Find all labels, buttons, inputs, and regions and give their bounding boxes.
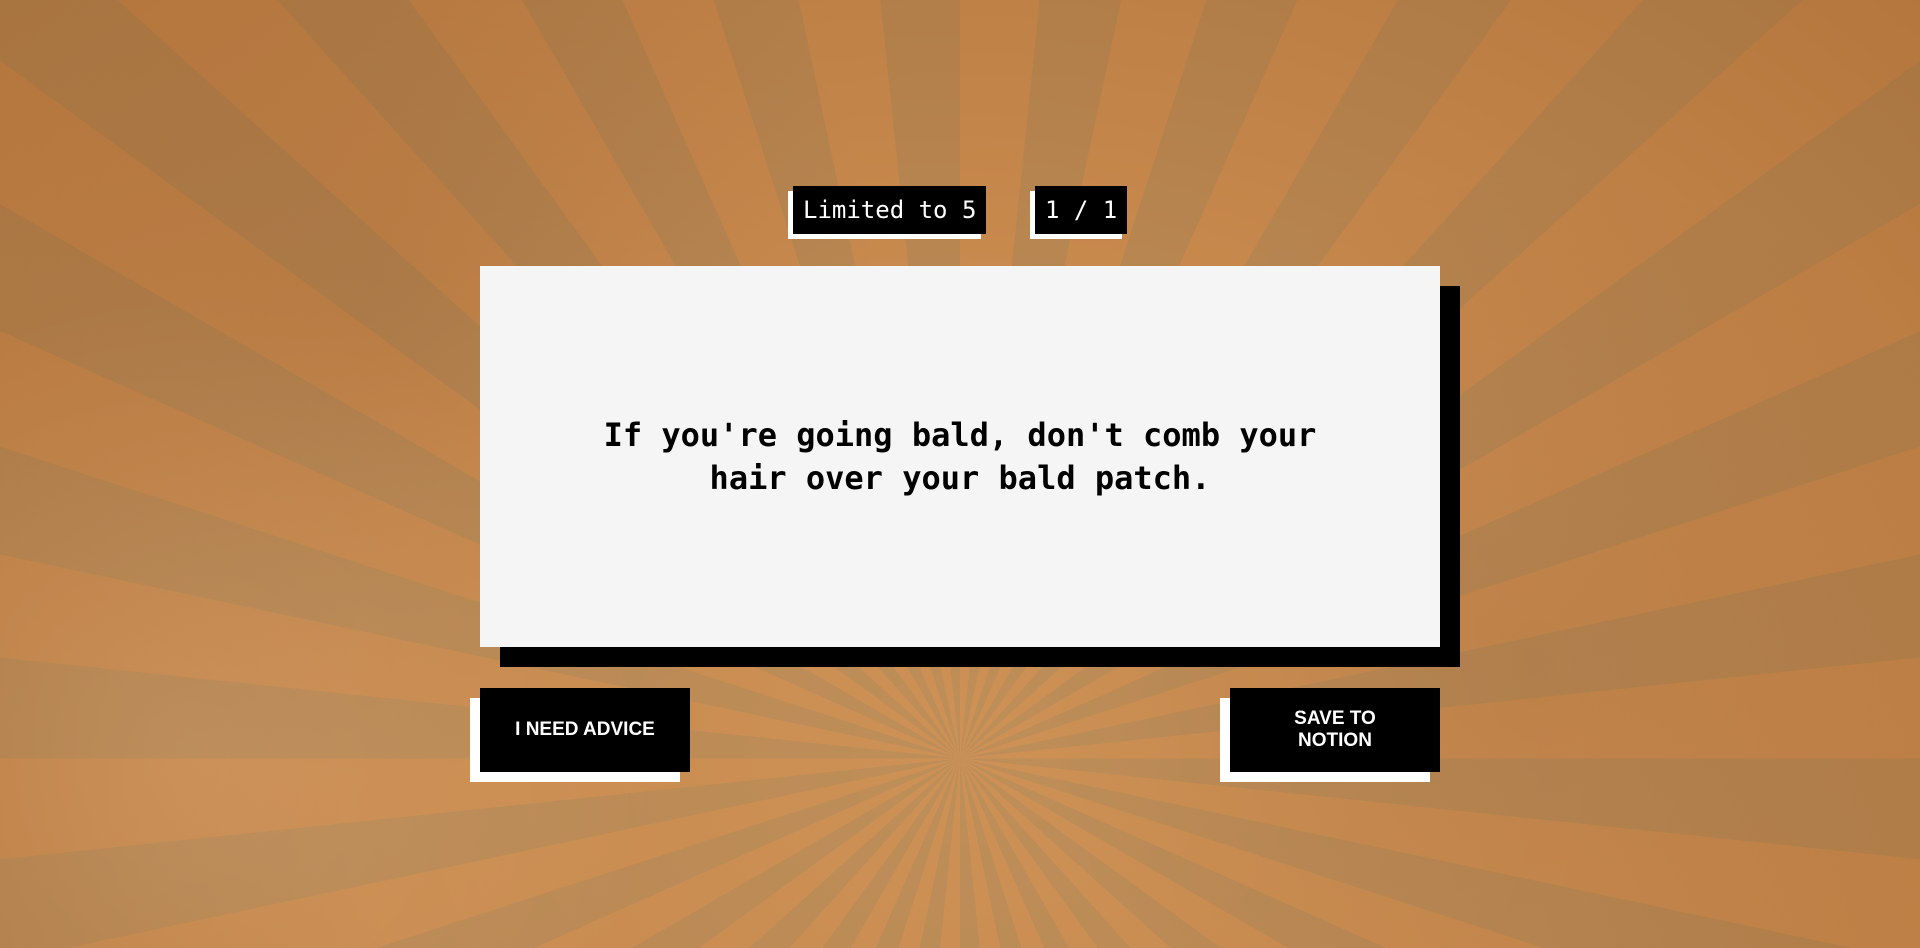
limit-badge: Limited to 5	[793, 186, 987, 234]
advice-text: If you're going bald, don't comb your ha…	[603, 415, 1317, 497]
advice-card: If you're going bald, don't comb your ha…	[480, 266, 1440, 647]
save-to-notion-button[interactable]: SAVE TO NOTION	[1230, 688, 1440, 772]
page-indicator: 1 / 1	[1035, 186, 1128, 234]
get-advice-button[interactable]: I NEED ADVICE	[480, 688, 690, 772]
